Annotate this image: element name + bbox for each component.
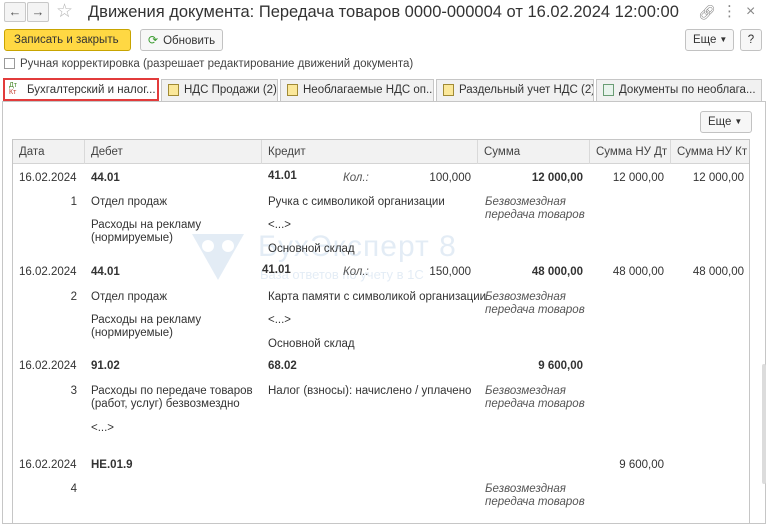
more-label: Еще <box>708 116 732 128</box>
credit-quantity: 150,000 <box>429 266 471 278</box>
tab-vat-sales[interactable]: НДС Продажи (2) <box>161 79 278 101</box>
grid-scrollbar[interactable] <box>762 364 766 484</box>
arrow-right-icon: → <box>31 4 45 19</box>
grid-more-button[interactable]: Еще ▼ <box>700 111 752 133</box>
tab-strip: Дт Кт Бухгалтерский и налог... НДС Продаж… <box>0 78 768 101</box>
tab-content-panel: Еще ▼ Дата Дебет Кредит Сумма Сумма НУ Дт… <box>2 101 766 524</box>
grid-header: Дата Дебет Кредит Сумма Сумма НУ Дт Сумм… <box>13 140 749 164</box>
credit-subconto-1: Ручка с символикой организации <box>268 196 445 208</box>
row-date: 16.02.2024 <box>19 360 77 372</box>
title-bar: ← → ☆ Движения документа: Передача товар… <box>0 0 768 26</box>
credit-subconto-2: <...> <box>268 314 292 326</box>
qty-label: Кол.: <box>343 172 369 184</box>
credit-subconto-1: Налог (взносы): начислено / уплачено <box>268 385 472 397</box>
refresh-icon: ⟳ <box>148 33 159 47</box>
manual-correction-checkbox[interactable] <box>4 58 15 69</box>
more-vertical-icon[interactable]: ⋮ <box>722 3 737 21</box>
register-icon <box>287 84 298 96</box>
row-number: 4 <box>70 483 77 495</box>
more-menu-button[interactable]: Еще ▼ <box>685 29 734 51</box>
tax-amount-kt: 12 000,00 <box>692 172 744 184</box>
forward-button[interactable]: → <box>27 2 49 22</box>
refresh-button[interactable]: ⟳ Обновить <box>140 29 223 51</box>
tax-amount-dt: 12 000,00 <box>612 172 664 184</box>
amount: 48 000,00 <box>531 266 583 278</box>
credit-account: 68.02 <box>268 360 297 372</box>
tab-accounting-tax[interactable]: Дт Кт Бухгалтерский и налог... <box>3 78 159 101</box>
entry-content: Безвозмездная передача товаров <box>485 291 585 316</box>
col-credit[interactable]: Кредит <box>262 140 478 164</box>
row-date: 16.02.2024 <box>19 459 77 471</box>
manual-correction-label: Ручная корректировка (разрешает редактир… <box>20 58 414 70</box>
amount: 12 000,00 <box>531 172 583 184</box>
register-icon <box>168 84 179 96</box>
row-number: 2 <box>70 291 77 303</box>
credit-subconto-3: Основной склад <box>268 243 355 255</box>
credit-account: 41.01 <box>268 170 297 182</box>
caret-down-icon: ▼ <box>719 35 728 44</box>
help-button[interactable]: ? <box>740 29 762 51</box>
row-number: 1 <box>70 196 77 208</box>
credit-account: 41.01 <box>262 264 291 276</box>
entries-grid[interactable]: Дата Дебет Кредит Сумма Сумма НУ Дт Сумм… <box>12 139 750 524</box>
debit-subconto-2: Расходы на рекламу (нормируемые) <box>91 314 202 339</box>
back-button[interactable]: ← <box>4 2 26 22</box>
debit-account: 44.01 <box>91 266 120 278</box>
credit-subconto-2: <...> <box>268 219 292 231</box>
credit-subconto-1: Карта памяти с символикой организации <box>268 291 487 303</box>
close-icon[interactable]: × <box>746 3 755 21</box>
star-icon[interactable]: ☆ <box>56 1 73 23</box>
tax-amount-dt: 9 600,00 <box>619 459 664 471</box>
debit-subconto-1: Расходы по передаче товаров (работ, услу… <box>91 385 253 410</box>
amount: 9 600,00 <box>538 360 583 372</box>
debit-subconto-1: Отдел продаж <box>91 291 168 303</box>
table-icon <box>603 84 614 96</box>
tax-amount-dt: 48 000,00 <box>612 266 664 278</box>
debit-subconto-1: Отдел продаж <box>91 196 168 208</box>
credit-subconto-3: Основной склад <box>268 338 355 350</box>
dt-kt-icon: Дт Кт <box>9 82 17 96</box>
col-tax-dt[interactable]: Сумма НУ Дт <box>590 140 671 164</box>
more-label: Еще <box>693 34 717 46</box>
tax-amount-kt: 48 000,00 <box>692 266 744 278</box>
tab-separate-vat[interactable]: Раздельный учет НДС (2) <box>436 79 594 101</box>
col-tax-kt[interactable]: Сумма НУ Кт <box>671 140 749 164</box>
col-date[interactable]: Дата <box>13 140 85 164</box>
debit-subconto-2: Расходы на рекламу (нормируемые) <box>91 219 202 244</box>
entry-content: Безвозмездная передача товаров <box>485 483 585 508</box>
manual-correction-row: Ручная корректировка (разрешает редактир… <box>4 58 413 70</box>
row-date: 16.02.2024 <box>19 266 77 278</box>
tab-label: НДС Продажи (2) <box>184 84 277 96</box>
save-and-close-button[interactable]: Записать и закрыть <box>4 29 131 51</box>
refresh-label: Обновить <box>163 35 216 47</box>
col-amount[interactable]: Сумма <box>478 140 590 164</box>
qty-label: Кол.: <box>343 266 369 278</box>
tab-label: Документы по необлага... <box>619 84 756 96</box>
arrow-left-icon: ← <box>8 4 22 19</box>
entry-content: Безвозмездная передача товаров <box>485 196 585 221</box>
register-icon <box>443 84 454 96</box>
tab-label: Раздельный учет НДС (2) <box>459 84 594 96</box>
col-debit[interactable]: Дебет <box>85 140 262 164</box>
row-date: 16.02.2024 <box>19 172 77 184</box>
tab-exempt-docs[interactable]: Документы по необлага... <box>596 79 762 101</box>
credit-quantity: 100,000 <box>429 172 471 184</box>
debit-subconto-2: <...> <box>91 422 115 434</box>
caret-down-icon: ▼ <box>734 117 743 126</box>
tab-label: Необлагаемые НДС оп... <box>303 84 434 96</box>
link-icon[interactable]: 🔗︎ <box>698 3 716 21</box>
tab-vat-exempt-ops[interactable]: Необлагаемые НДС оп... <box>280 79 434 101</box>
debit-account: 91.02 <box>91 360 120 372</box>
debit-account: 44.01 <box>91 172 120 184</box>
entry-content: Безвозмездная передача товаров <box>485 385 585 410</box>
debit-account: НЕ.01.9 <box>91 459 133 471</box>
tab-label: Бухгалтерский и налог... <box>27 84 156 96</box>
window-title: Движения документа: Передача товаров 000… <box>88 3 679 21</box>
row-number: 3 <box>70 385 77 397</box>
